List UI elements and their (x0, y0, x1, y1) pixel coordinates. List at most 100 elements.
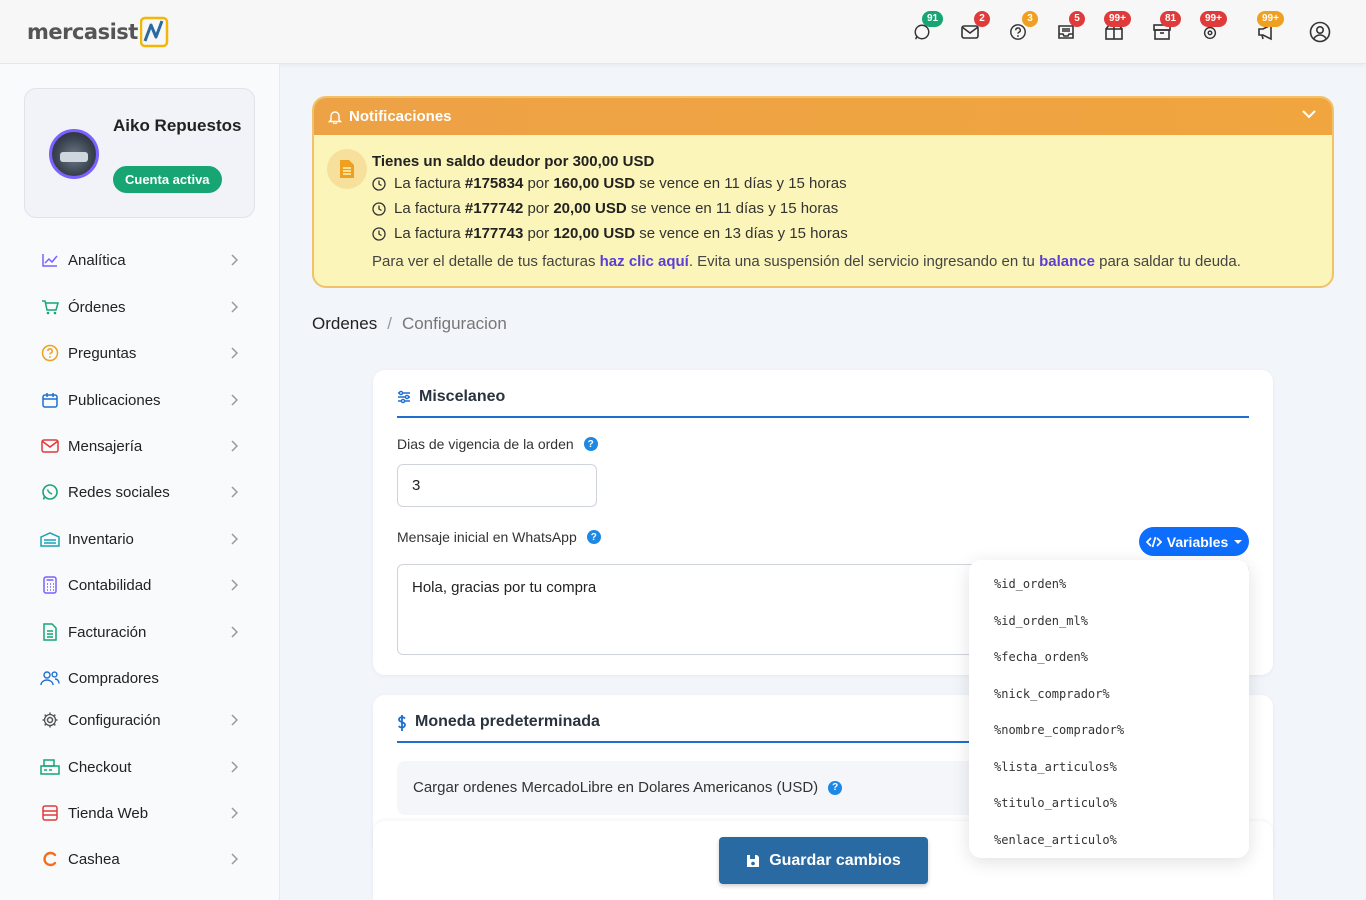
sidebar-item-facturacion[interactable]: Facturación (40, 617, 250, 647)
sliders-icon (398, 390, 410, 404)
sidebar-item-checkout[interactable]: Checkout (40, 752, 250, 782)
question-icon (40, 343, 60, 363)
variables-button[interactable]: Variables (1139, 527, 1249, 556)
badge-whatsapp: 91 (922, 11, 944, 27)
chart-line-icon (40, 250, 60, 270)
chevron-right-icon (231, 347, 238, 359)
chevron-right-icon (231, 807, 238, 819)
variable-option[interactable]: %lista_articulos% (994, 760, 1117, 774)
whatsapp-icon[interactable]: 91 (909, 11, 944, 46)
mail-icon (40, 436, 60, 456)
sidebar-item-preguntas[interactable]: Preguntas (40, 338, 250, 368)
clock-icon (372, 201, 386, 216)
sidebar-item-label: Cashea (68, 850, 120, 868)
sidebar-item-label: Contabilidad (68, 576, 152, 594)
balance-link[interactable]: balance (1039, 253, 1095, 270)
sidebar-item-label: Facturación (68, 623, 147, 641)
avatar[interactable] (49, 129, 99, 179)
sidebar-item-redes-sociales[interactable]: Redes sociales (40, 477, 250, 507)
badge-inbox: 5 (1069, 11, 1085, 27)
invoice-icon (40, 622, 60, 642)
variable-option[interactable]: %fecha_orden% (994, 650, 1088, 664)
whatsapp-label: Mensaje inicial en WhatsApp? (397, 529, 601, 545)
help-icon[interactable]: ? (583, 437, 598, 451)
variable-option[interactable]: %id_orden_ml% (994, 614, 1088, 628)
notifications-header[interactable]: Notificaciones (314, 98, 1332, 135)
inbox-icon[interactable]: 5 (1053, 11, 1085, 46)
notifications-footer: Para ver el detalle de tus facturas haz … (372, 253, 1241, 270)
breadcrumb-ordenes[interactable]: Ordenes (312, 314, 377, 334)
chevron-right-icon (231, 626, 238, 638)
question-icon[interactable]: 3 (1005, 11, 1038, 46)
sidebar-item-mensajeria[interactable]: Mensajería (40, 431, 250, 461)
calendar-icon (40, 390, 60, 410)
code-icon (1145, 536, 1162, 547)
notifications-title: Notificaciones (349, 108, 452, 125)
help-icon[interactable]: ? (586, 530, 601, 544)
breadcrumb-separator: / (387, 314, 392, 333)
profile-name: Aiko Repuestos (113, 116, 242, 135)
store-icon (40, 803, 60, 823)
variable-option[interactable]: %id_orden% (994, 577, 1066, 591)
chevron-right-icon (231, 579, 238, 591)
usd-option-label: Cargar ordenes MercadoLibre en Dolares A… (413, 779, 843, 796)
bell-icon (328, 109, 342, 124)
invoices-link[interactable]: haz clic aquí (600, 253, 689, 270)
badge-megaphone: 99+ (1257, 11, 1284, 27)
status-badge: Cuenta activa (113, 166, 222, 193)
chevron-right-icon (231, 301, 238, 313)
variable-option[interactable]: %nombre_comprador% (994, 723, 1124, 737)
currency-card-title: Moneda predeterminada (415, 713, 600, 730)
sidebar-item-ordenes[interactable]: Órdenes (40, 292, 250, 322)
sidebar-item-tienda-web[interactable]: Tienda Web (40, 798, 250, 828)
calculator-icon (40, 575, 60, 595)
invoice-row: La factura #177743 por 120,00 USD se ven… (372, 225, 848, 242)
sidebar-item-label: Inventario (68, 530, 134, 548)
inventory-icon (40, 529, 60, 549)
misc-card-header: Miscelaneo (397, 388, 1249, 418)
cashea-icon (40, 849, 60, 869)
sidebar-item-compradores[interactable]: Compradores (40, 663, 250, 693)
logo[interactable]: mercasist (27, 14, 170, 50)
gear-icon (40, 710, 60, 730)
chevron-right-icon (231, 533, 238, 545)
mail-icon[interactable]: 2 (957, 11, 990, 46)
variable-option[interactable]: %nick_comprador% (994, 687, 1110, 701)
sidebar-item-label: Órdenes (68, 298, 126, 316)
variable-option[interactable]: %enlace_articulo% (994, 833, 1117, 847)
cashier-icon (40, 757, 60, 777)
sidebar-item-label: Publicaciones (68, 391, 161, 409)
sidebar-item-configuracion[interactable]: Configuración (40, 705, 250, 735)
invoice-row: La factura #177742 por 20,00 USD se venc… (372, 200, 838, 217)
debt-heading: Tienes un saldo deudor por 300,00 USD (372, 153, 655, 170)
sidebar-item-contabilidad[interactable]: Contabilidad (40, 570, 250, 600)
gear-alert-icon[interactable]: 99+ (1197, 11, 1227, 46)
caret-down-icon (1234, 539, 1243, 544)
megaphone-icon[interactable]: 99+ (1253, 11, 1284, 46)
chevron-right-icon (231, 853, 238, 865)
sidebar-item-label: Configuración (68, 711, 161, 729)
chevron-down-icon[interactable] (1302, 109, 1316, 119)
chevron-right-icon (231, 254, 238, 266)
notifications-panel: Notificaciones Tienes un saldo deudor po… (312, 96, 1334, 288)
save-button[interactable]: Guardar cambios (719, 837, 928, 884)
sidebar-item-analitica[interactable]: Analítica (40, 245, 250, 275)
sidebar-item-inventario[interactable]: Inventario (40, 524, 250, 554)
days-input[interactable]: 3 (397, 464, 597, 507)
sidebar-item-publicaciones[interactable]: Publicaciones (40, 385, 250, 415)
badge-gear: 99+ (1200, 11, 1227, 27)
user-icon[interactable] (1307, 19, 1333, 47)
dollar-icon (398, 715, 406, 731)
cart-icon (40, 297, 60, 317)
chevron-right-icon (231, 440, 238, 452)
clock-icon (372, 176, 386, 191)
chevron-right-icon (231, 394, 238, 406)
sidebar-item-cashea[interactable]: Cashea (40, 844, 250, 874)
box-icon[interactable]: 99+ (1101, 11, 1131, 46)
logo-text: mercasist (27, 20, 138, 44)
archive-icon[interactable]: 81 (1149, 11, 1182, 46)
variable-option[interactable]: %titulo_articulo% (994, 796, 1117, 810)
help-icon[interactable]: ? (828, 780, 843, 795)
sidebar-item-label: Tienda Web (68, 804, 149, 822)
profile-card: Aiko Repuestos Cuenta activa (24, 88, 255, 218)
